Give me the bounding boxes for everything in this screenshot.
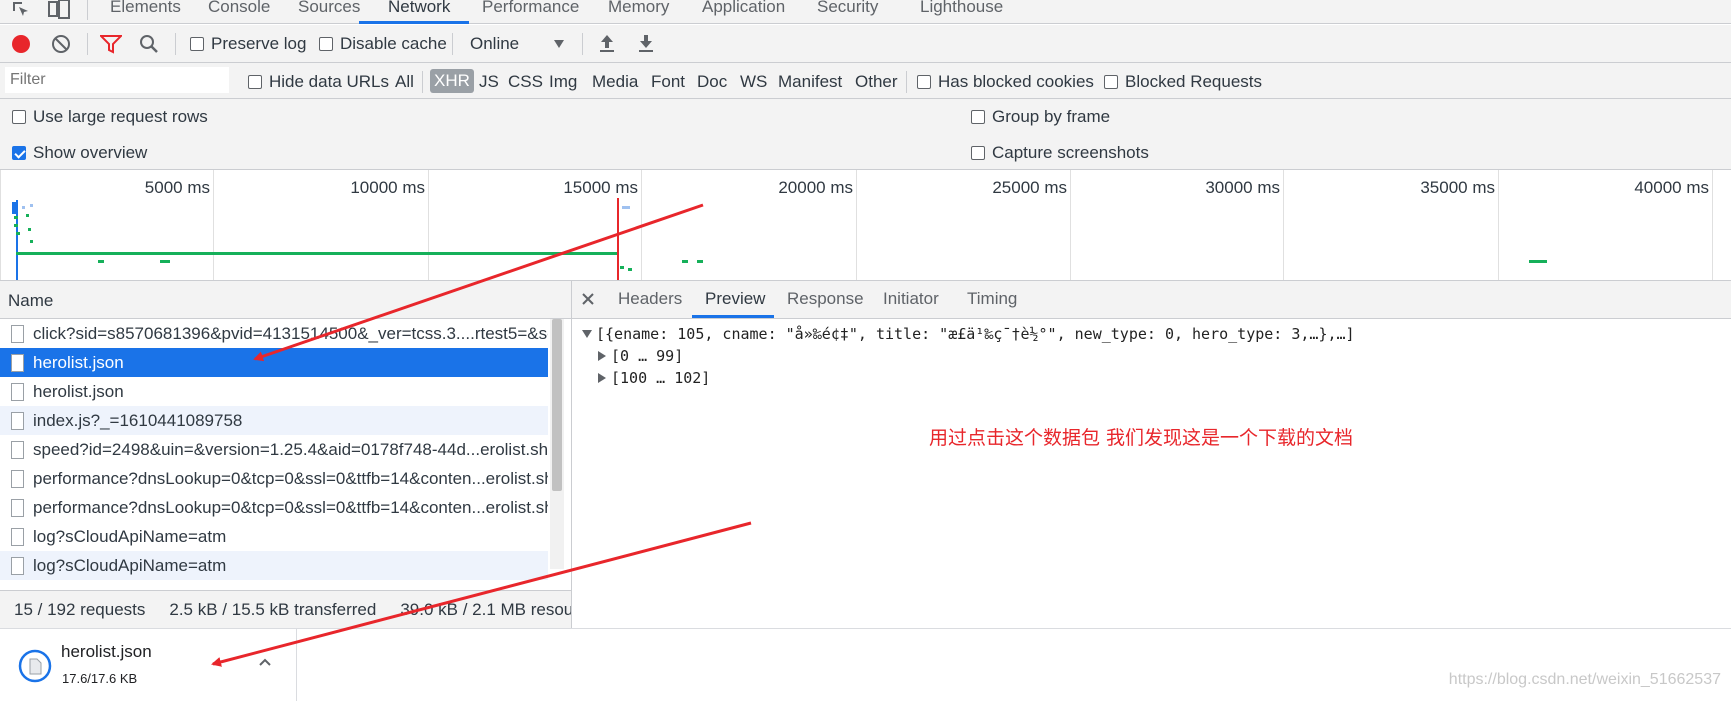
filter-icon[interactable] [100,34,122,54]
type-filter-font[interactable]: Font [651,72,685,92]
timeline-bars [12,198,1547,280]
download-size: 17.6/17.6 KB [62,671,138,686]
type-filter-all[interactable]: All [395,72,414,92]
network-toolbar: Preserve log Disable cache Online [0,25,1731,63]
filter-bar: Hide data URLs All XHR JS CSS Img Media … [0,63,1731,99]
type-filter-ws[interactable]: WS [740,72,767,92]
request-row[interactable]: index.js?_=1610441089758 [0,406,548,435]
request-detail-pane: Headers Preview Response Initiator Timin… [572,281,1731,628]
clear-icon[interactable] [51,34,71,54]
hide-data-urls-checkbox[interactable]: Hide data URLs [248,72,389,92]
tab-memory[interactable]: Memory [608,0,669,17]
tab-sources[interactable]: Sources [298,0,360,17]
chevron-up-icon[interactable] [258,657,272,667]
type-filter-other[interactable]: Other [855,72,898,92]
type-filter-manifest[interactable]: Manifest [778,72,842,92]
devtools-tab-bar: Elements Console Sources Network Perform… [0,0,1731,24]
disable-cache-checkbox[interactable]: Disable cache [319,34,447,54]
request-row[interactable]: click?sid=s8570681396&pvid=4131514500&_v… [0,319,548,348]
file-icon [11,440,24,459]
file-icon [11,324,24,343]
file-download-icon [18,649,52,683]
file-icon [11,469,24,488]
search-icon[interactable] [139,34,159,54]
tab-response[interactable]: Response [787,289,864,309]
capture-screenshots-checkbox[interactable]: Capture screenshots [971,143,1149,163]
file-icon [11,498,24,517]
resource-size: 39.0 kB / 2.1 MB resources [400,600,571,619]
inspect-element-icon[interactable] [11,0,31,20]
request-row[interactable]: speed?id=2498&uin=&version=1.25.4&aid=01… [0,435,548,464]
has-blocked-cookies-checkbox[interactable]: Has blocked cookies [917,72,1094,92]
transferred-size: 2.5 kB / 15.5 kB transferred [169,600,377,619]
download-filename: herolist.json [61,642,152,661]
file-icon [11,353,24,372]
import-har-icon[interactable] [598,33,616,53]
name-column-header[interactable]: Name [0,281,571,319]
export-har-icon[interactable] [637,33,655,53]
active-detail-tab-indicator [692,315,774,318]
active-tab-indicator [359,21,469,24]
request-summary-bar: 15 / 192 requests 2.5 kB / 15.5 kB trans… [0,590,571,629]
filter-input[interactable] [5,67,229,93]
type-filter-media[interactable]: Media [592,72,638,92]
tab-performance[interactable]: Performance [482,0,579,17]
tab-lighthouse[interactable]: Lighthouse [920,0,1003,17]
file-icon [11,556,24,575]
download-shelf: herolist.json 17.6/17.6 KB https://blog.… [0,628,1731,701]
preserve-log-checkbox[interactable]: Preserve log [190,34,306,54]
network-settings-panel: Use large request rows Show overview Gro… [0,99,1731,170]
request-row[interactable]: log?sCloudApiName=atm [0,522,548,551]
annotation-text: 用过点击这个数据包 我们发现这是一个下载的文档 [929,427,1354,449]
type-filter-doc[interactable]: Doc [697,72,727,92]
watermark-text: https://blog.csdn.net/weixin_51662537 [1448,671,1721,688]
request-row[interactable]: log?sCloudApiName=atm [0,551,548,580]
type-filter-css[interactable]: CSS [508,72,543,92]
show-overview-checkbox[interactable]: Show overview [12,143,147,163]
tab-console[interactable]: Console [208,0,270,17]
file-icon [11,382,24,401]
tab-application[interactable]: Application [702,0,785,17]
record-icon[interactable] [11,34,31,54]
file-icon [11,411,24,430]
detail-tab-bar: Headers Preview Response Initiator Timin… [572,281,1731,319]
expand-triangle-icon[interactable] [582,330,592,338]
request-count: 15 / 192 requests [14,600,146,619]
network-overview-timeline[interactable]: 5000 ms 10000 ms 15000 ms 20000 ms 25000… [0,170,1731,281]
tab-elements[interactable]: Elements [110,0,181,17]
request-row[interactable]: performance?dnsLookup=0&tcp=0&ssl=0&ttfb… [0,493,548,522]
scrollbar-thumb[interactable] [552,319,562,491]
tab-preview[interactable]: Preview [705,289,765,309]
request-row-selected[interactable]: herolist.json [0,348,548,377]
throttling-select[interactable]: Online [470,34,570,54]
type-filter-js[interactable]: JS [479,72,499,92]
request-row[interactable]: performance?dnsLookup=0&tcp=0&ssl=0&ttfb… [0,464,548,493]
file-icon [11,527,24,546]
large-rows-checkbox[interactable]: Use large request rows [12,107,208,127]
tab-network[interactable]: Network [388,0,450,17]
tab-initiator[interactable]: Initiator [883,289,939,309]
json-preview-node[interactable]: [0 … 99] [598,347,683,365]
json-preview-node[interactable]: [100 … 102] [598,369,710,387]
type-filter-img[interactable]: Img [549,72,577,92]
request-list: Name click?sid=s8570681396&pvid=41315145… [0,281,572,629]
group-by-frame-checkbox[interactable]: Group by frame [971,107,1110,127]
download-item[interactable]: herolist.json 17.6/17.6 KB [0,629,297,701]
device-toolbar-icon[interactable] [48,0,70,20]
chevron-down-icon [554,40,564,48]
json-preview-root[interactable]: [{ename: 105, cname: "å»‰é¢‡", title: "æ… [582,325,1355,343]
tab-timing[interactable]: Timing [967,289,1017,309]
tab-security[interactable]: Security [817,0,878,17]
collapsed-triangle-icon[interactable] [598,351,606,361]
close-icon[interactable] [581,292,595,306]
request-row[interactable]: herolist.json [0,377,548,406]
collapsed-triangle-icon[interactable] [598,373,606,383]
type-filter-xhr[interactable]: XHR [430,69,474,93]
blocked-requests-checkbox[interactable]: Blocked Requests [1104,72,1262,92]
tab-headers[interactable]: Headers [618,289,682,309]
